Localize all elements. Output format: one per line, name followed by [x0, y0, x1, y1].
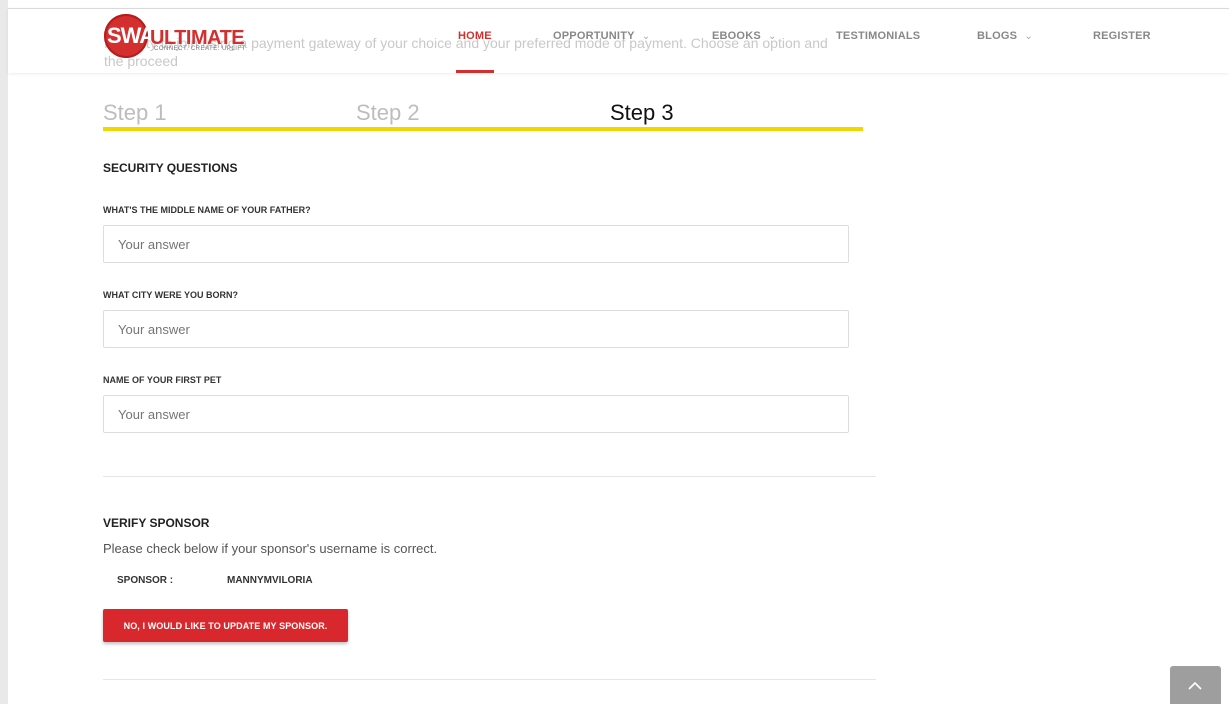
nav-item-blogs[interactable]: BLOGS ⌄: [977, 30, 1033, 42]
nav-item-home[interactable]: HOME: [458, 30, 492, 42]
nav-item-opportunity[interactable]: OPPORTUNITY ⌄: [553, 30, 650, 42]
verify-sponsor-heading: VERIFY SPONSOR: [103, 516, 210, 530]
step-progress-bar: [103, 127, 863, 131]
sponsor-username: MANNYMVILORIA: [227, 575, 313, 586]
update-sponsor-button[interactable]: NO, I WOULD LIKE TO UPDATE MY SPONSOR.: [103, 609, 348, 642]
site-logo[interactable]: SWA ULTIMATE CONNECT. CREATE. UPLIFT: [104, 14, 284, 58]
divider: [103, 476, 876, 477]
chevron-down-icon: ⌄: [768, 31, 777, 42]
nav-label: EBOOKS: [712, 30, 761, 42]
chevron-up-icon: [1188, 681, 1202, 690]
question-label-pet: NAME OF YOUR FIRST PET: [103, 375, 222, 385]
divider: [103, 679, 876, 680]
logo-tagline: CONNECT. CREATE. UPLIFT: [154, 46, 246, 52]
chevron-down-icon: ⌄: [641, 31, 651, 42]
nav-label: TESTIMONIALS: [836, 30, 921, 42]
birth-city-input[interactable]: [103, 310, 849, 348]
first-pet-input[interactable]: [103, 395, 849, 433]
nav-label: BLOGS: [977, 30, 1018, 42]
father-middle-name-input[interactable]: [103, 225, 849, 263]
question-label-city: WHAT CITY WERE YOU BORN?: [103, 290, 238, 300]
nav-label: HOME: [458, 30, 492, 42]
chevron-down-icon: ⌄: [1024, 31, 1033, 42]
sponsor-description: Please check below if your sponsor's use…: [103, 541, 438, 556]
nav-item-register[interactable]: REGISTER: [1093, 30, 1151, 42]
security-questions-heading: SECURITY QUESTIONS: [103, 161, 238, 175]
nav-item-testimonials[interactable]: TESTIMONIALS: [836, 30, 920, 42]
question-label-father: WHAT'S THE MIDDLE NAME OF YOUR FATHER?: [103, 205, 311, 215]
nav-item-ebooks[interactable]: EBOOKS ⌄: [712, 30, 777, 42]
active-nav-indicator: [456, 70, 494, 73]
sponsor-label: SPONSOR :: [117, 575, 174, 586]
scroll-to-top-button[interactable]: [1170, 666, 1221, 704]
logo-prefix: SWA: [107, 23, 155, 48]
nav-label: REGISTER: [1093, 30, 1151, 42]
nav-label: OPPORTUNITY: [553, 30, 635, 42]
step-3-current: Step 3: [610, 100, 674, 125]
step-1: Step 1: [103, 100, 167, 125]
step-2: Step 2: [356, 100, 420, 125]
